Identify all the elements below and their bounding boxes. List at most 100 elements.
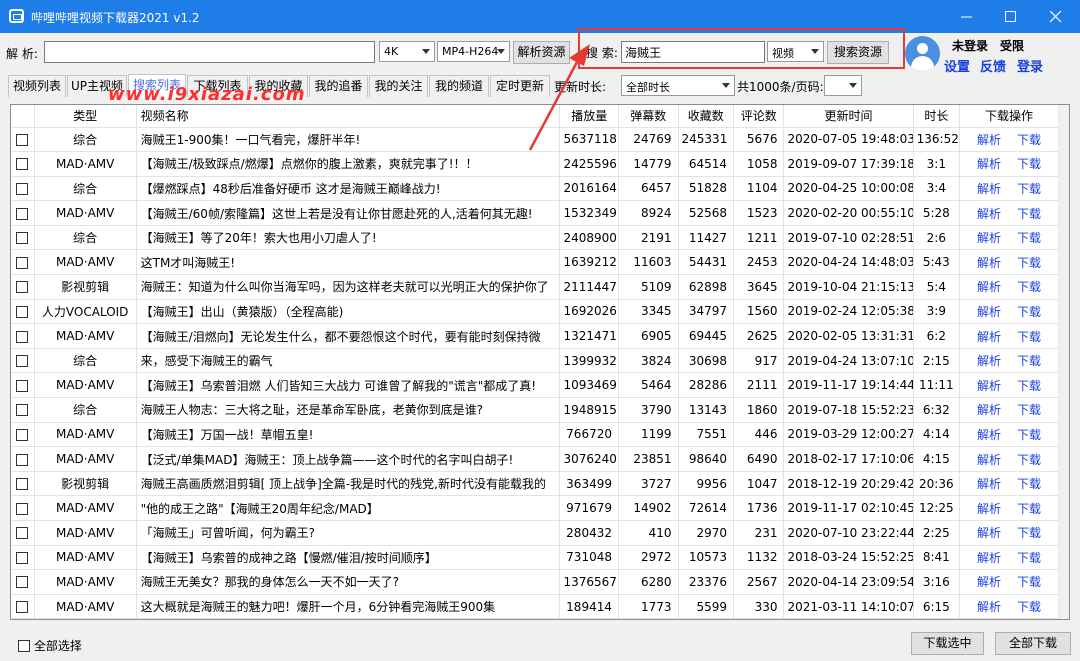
row-checkbox[interactable] [16,330,29,343]
table-row[interactable]: MAD·AMV 「海贼王」可曾听闻，何为霸王? 280432 410 2970 231 20… [11,520,1059,546]
table-row[interactable]: 影视剪辑 海贼王：知道为什么叫你当海军吗，因为这样老夫就可以光明正大的保护你了 21… [11,274,1059,300]
download-row-link[interactable]: 下载 [1017,207,1041,221]
parse-row-link[interactable]: 解析 [977,477,1001,491]
table-row[interactable]: MAD·AMV 这大概就是海贼王的魅力吧！爆肝一个月，6分钟看完海贼王900集 18… [11,594,1059,619]
login-link[interactable]: 登录 [1017,56,1043,75]
row-checkbox[interactable] [16,478,29,491]
format-select[interactable]: MP4-H264 [437,41,510,62]
parse-row-link[interactable]: 解析 [977,133,1001,147]
col-header-favorites[interactable]: 收藏数 [678,105,735,128]
row-checkbox[interactable] [16,133,29,146]
parse-button[interactable]: 解析资源 [513,41,570,64]
download-row-link[interactable]: 下载 [1017,428,1041,442]
parse-row-link[interactable]: 解析 [977,575,1001,589]
parse-url-input[interactable] [44,41,375,63]
parse-row-link[interactable]: 解析 [977,231,1001,245]
download-row-link[interactable]: 下载 [1017,379,1041,393]
download-row-link[interactable]: 下载 [1017,403,1041,417]
table-row[interactable]: 综合 海贼王人物志：三大将之耻，还是革命军卧底，老黄你到底是谁? 1948915 37… [11,397,1059,423]
table-row[interactable]: MAD·AMV 【海贼王】乌索普泪燃 人们皆知三大战力 可谁曾了解我的"谎言"都成… [11,372,1059,399]
parse-row-link[interactable]: 解析 [977,256,1001,270]
close-button[interactable] [1033,0,1079,33]
col-header-updated[interactable]: 更新时间 [783,105,914,128]
parse-row-link[interactable]: 解析 [977,502,1001,516]
table-row[interactable]: 综合 来，感受下海贼王的霸气 1399932 3824 30698 917 2019-04-… [11,348,1059,374]
row-checkbox[interactable] [16,182,29,195]
table-row[interactable]: MAD·AMV "他的成王之路"【海贼王20周年纪念/MAD】 971679 1490… [11,495,1059,521]
download-selected-button[interactable]: 下载选中 [911,632,984,655]
row-checkbox[interactable] [16,207,29,220]
row-checkbox[interactable] [16,355,29,368]
table-row[interactable]: MAD·AMV 【海贼王】乌索普的成神之路【慢燃/催泪/按时间顺序】 731048 2… [11,545,1059,571]
table-row[interactable]: 综合 【爆燃踩点】48秒后准备好硬币 这才是海贼王巅峰战力! 2016164 6457… [11,176,1059,202]
col-header-comments[interactable]: 评论数 [733,105,785,128]
row-checkbox[interactable] [16,502,29,515]
minimize-button[interactable] [944,0,990,33]
parse-row-link[interactable]: 解析 [977,379,1001,393]
avatar[interactable] [905,36,940,71]
parse-row-link[interactable]: 解析 [977,330,1001,344]
select-all-checkbox[interactable]: 全部选择 [18,637,82,654]
download-row-link[interactable]: 下载 [1017,182,1041,196]
table-row[interactable]: MAD·AMV 【海贼王/泪燃向】无论发生什么，都不要怨恨这个时代，要有能时刻保持… [11,323,1059,349]
row-checkbox[interactable] [16,379,29,392]
table-row[interactable]: MAD·AMV 【海贼王/60帧/索隆篇】这世上若是没有让你甘愿赴死的人,活着何其… [11,200,1059,226]
table-row[interactable]: MAD·AMV 【海贼王/极致踩点/燃爆】点燃你的腹上激素，爽就完事了!！！ 242… [11,151,1059,177]
tab-video-list[interactable]: 视频列表 [8,75,66,97]
row-checkbox[interactable] [16,232,29,245]
parse-row-link[interactable]: 解析 [977,428,1001,442]
table-row[interactable]: 影视剪辑 海贼王高画质燃泪剪辑[ 顶上战争]全篇-我是时代的残党,新时代没有能载我… [11,471,1059,497]
download-row-link[interactable]: 下载 [1017,453,1041,467]
row-checkbox[interactable] [16,601,29,614]
tab-channels[interactable]: 我的频道 [429,75,489,97]
download-all-button[interactable]: 全部下载 [995,632,1071,655]
download-row-link[interactable]: 下载 [1017,354,1041,368]
col-header-views[interactable]: 播放量 [559,105,619,128]
parse-row-link[interactable]: 解析 [977,551,1001,565]
row-checkbox[interactable] [16,404,29,417]
download-row-link[interactable]: 下载 [1017,157,1041,171]
download-row-link[interactable]: 下载 [1017,256,1041,270]
parse-row-link[interactable]: 解析 [977,453,1001,467]
parse-row-link[interactable]: 解析 [977,280,1001,294]
download-row-link[interactable]: 下载 [1017,330,1041,344]
maximize-button[interactable] [988,0,1034,33]
download-row-link[interactable]: 下载 [1017,305,1041,319]
row-checkbox[interactable] [16,453,29,466]
col-header-danmaku[interactable]: 弹幕数 [618,105,679,128]
row-checkbox[interactable] [16,428,29,441]
row-checkbox[interactable] [16,305,29,318]
vertical-scrollbar[interactable] [1058,105,1069,619]
download-row-link[interactable]: 下载 [1017,502,1041,516]
download-row-link[interactable]: 下载 [1017,600,1041,614]
parse-row-link[interactable]: 解析 [977,600,1001,614]
page-select[interactable] [824,75,862,96]
parse-row-link[interactable]: 解析 [977,182,1001,196]
download-row-link[interactable]: 下载 [1017,231,1041,245]
table-row[interactable]: MAD·AMV 【海贼王】万国一战！草帽五皇! 766720 1199 7551 446 2… [11,422,1059,448]
row-checkbox[interactable] [16,576,29,589]
col-header-type[interactable]: 类型 [34,105,137,128]
parse-row-link[interactable]: 解析 [977,354,1001,368]
table-row[interactable]: MAD·AMV 【泛式/单集MAD】海贼王：顶上战争篇——这个时代的名字叫白胡子!… [11,446,1059,472]
settings-link[interactable]: 设置 [944,56,970,75]
row-checkbox[interactable] [16,527,29,540]
row-checkbox[interactable] [16,551,29,564]
quality-select[interactable]: 4K [379,41,435,62]
download-row-link[interactable]: 下载 [1017,280,1041,294]
parse-row-link[interactable]: 解析 [977,157,1001,171]
tab-scheduled-update[interactable]: 定时更新 [490,75,550,97]
download-row-link[interactable]: 下载 [1017,551,1041,565]
parse-row-link[interactable]: 解析 [977,207,1001,221]
parse-row-link[interactable]: 解析 [977,526,1001,540]
col-header-duration[interactable]: 时长 [913,105,961,128]
table-row[interactable]: MAD·AMV 这TM才叫海贼王! 1639212 11603 54431 2453 202… [11,249,1059,276]
table-row[interactable]: 综合 海贼王1-900集！一口气看完，爆肝半年! 5637118 24769 24533… [11,127,1059,153]
download-row-link[interactable]: 下载 [1017,133,1041,147]
row-checkbox[interactable] [16,158,29,171]
tab-following-anime[interactable]: 我的追番 [309,75,368,97]
download-row-link[interactable]: 下载 [1017,526,1041,540]
checkbox[interactable] [18,639,30,652]
download-row-link[interactable]: 下载 [1017,575,1041,589]
parse-row-link[interactable]: 解析 [977,305,1001,319]
